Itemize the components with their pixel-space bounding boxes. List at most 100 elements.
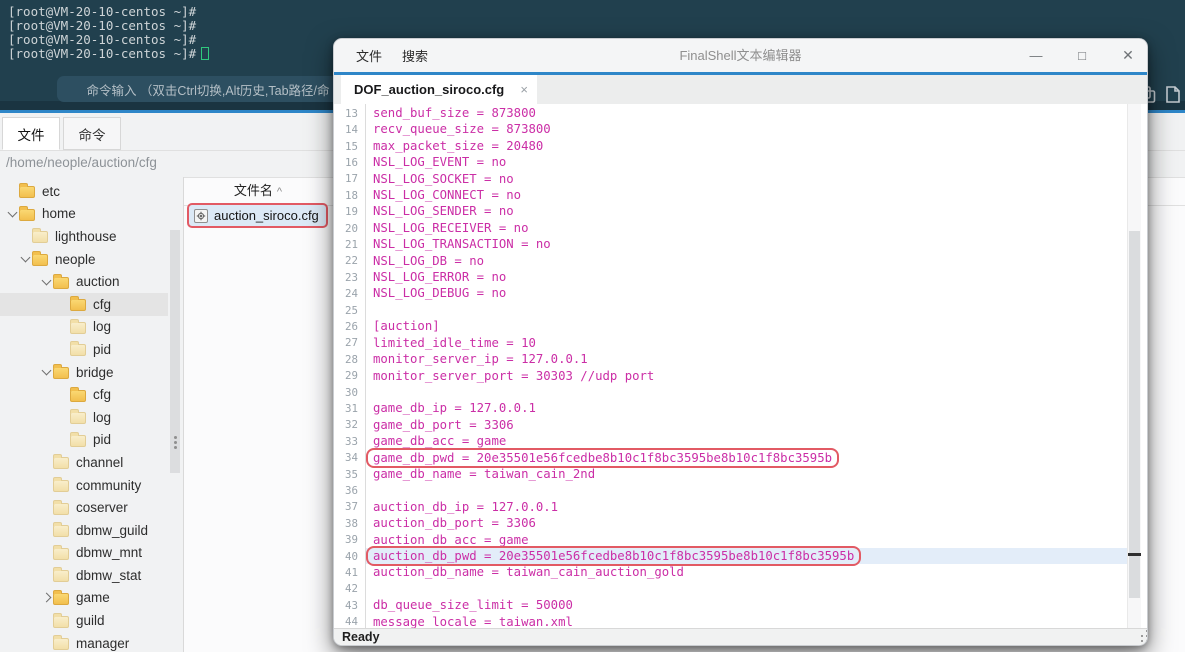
code-line-24[interactable]: 24 NSL_LOG_DEBUG = no [334, 285, 1127, 301]
code-line-22[interactable]: 22 NSL_LOG_DB = no [334, 253, 1127, 269]
tree-item-guild[interactable]: guild [0, 609, 168, 632]
code-line-42[interactable]: 42 [334, 581, 1127, 597]
tree-item-label: cfg [93, 387, 112, 403]
code-line-39[interactable]: 39 auction_db_acc = game [334, 532, 1127, 548]
code-line-36[interactable]: 36 [334, 482, 1127, 498]
folder-icon [53, 589, 69, 605]
code-line-37[interactable]: 37 auction_db_ip = 127.0.0.1 [334, 499, 1127, 515]
file-list-header[interactable]: 文件名 ^ [184, 179, 332, 203]
code-line-31[interactable]: 31 game_db_ip = 127.0.0.1 [334, 400, 1127, 416]
code-line-16[interactable]: 16 NSL_LOG_EVENT = no [334, 154, 1127, 170]
code-text: NSL_LOG_RECEIVER = no [373, 220, 529, 235]
folder-icon [32, 228, 48, 244]
code-text: monitor_server_ip = 127.0.0.1 [373, 352, 588, 367]
code-line-40[interactable]: 40 auction_db_pwd = 20e35501e56fcedbe8b10… [334, 547, 1127, 565]
editor-tabbar: DOF_auction_siroco.cfg × [334, 75, 1147, 104]
paste-icon[interactable] [1162, 84, 1183, 105]
code-editor-area[interactable]: 13 send_buf_size = 873800 14 recv_queue_siz… [334, 104, 1147, 628]
code-line-23[interactable]: 23 NSL_LOG_ERROR = no [334, 269, 1127, 285]
tree-item-log[interactable]: log [0, 316, 168, 339]
tab-commands[interactable]: 命令 [63, 117, 121, 150]
menu-search[interactable]: 搜索 [402, 46, 428, 65]
tree-item-log[interactable]: log [0, 406, 168, 429]
tree-item-channel[interactable]: channel [0, 451, 168, 474]
tree-item-lighthouse[interactable]: lighthouse [0, 225, 168, 248]
terminal-output[interactable]: [root@VM-20-10-centos ~]# [root@VM-20-10-… [8, 5, 210, 61]
code-line-38[interactable]: 38 auction_db_port = 3306 [334, 515, 1127, 531]
line-number: 40 [344, 549, 358, 563]
code-line-35[interactable]: 35 game_db_name = taiwan_cain_2nd [334, 466, 1127, 482]
menu-file[interactable]: 文件 [356, 46, 382, 65]
chevron-down-icon[interactable] [7, 208, 19, 220]
folder-icon [53, 273, 69, 289]
chevron-down-icon[interactable] [41, 366, 53, 378]
code-line-44[interactable]: 44 message_locale = taiwan.xml [334, 614, 1127, 628]
code-text: NSL_LOG_DB = no [373, 253, 485, 268]
line-number: 39 [344, 533, 358, 547]
tree-item-coserver[interactable]: coserver [0, 496, 168, 519]
resize-grip-icon[interactable] [1141, 640, 1143, 642]
editor-tab-active[interactable]: DOF_auction_siroco.cfg × [341, 75, 537, 104]
tree-item-auction[interactable]: auction [0, 270, 168, 293]
tree-item-game[interactable]: game [0, 587, 168, 610]
tree-item-pid[interactable]: pid [0, 429, 168, 452]
tree-item-community[interactable]: community [0, 474, 168, 497]
tree-item-home[interactable]: home [0, 203, 168, 226]
tree-item-dbmw_guild[interactable]: dbmw_guild [0, 519, 168, 542]
tree-item-pid[interactable]: pid [0, 338, 168, 361]
chevron-down-icon[interactable] [20, 253, 32, 265]
tab-close-icon[interactable]: × [520, 82, 528, 97]
tree-item-etc[interactable]: etc [0, 180, 168, 203]
minimize-button[interactable]: — [1025, 48, 1047, 63]
code-line-21[interactable]: 21 NSL_LOG_TRANSACTION = no [334, 236, 1127, 252]
code-line-28[interactable]: 28 monitor_server_ip = 127.0.0.1 [334, 351, 1127, 367]
code-line-13[interactable]: 13 send_buf_size = 873800 [334, 105, 1127, 121]
code-line-27[interactable]: 27 limited_idle_time = 10 [334, 335, 1127, 351]
code-line-34[interactable]: 34 game_db_pwd = 20e35501e56fcedbe8b10c1f… [334, 450, 1127, 466]
tree-item-dbmw_stat[interactable]: dbmw_stat [0, 564, 168, 587]
terminal-prompt-line: [root@VM-20-10-centos ~]# [8, 18, 197, 33]
folder-icon [53, 454, 69, 470]
chevron-placeholder [58, 321, 70, 333]
code-line-25[interactable]: 25 [334, 302, 1127, 318]
tree-item-dbmw_mnt[interactable]: dbmw_mnt [0, 542, 168, 565]
editor-scrollbar[interactable] [1127, 104, 1141, 628]
file-item-auction-siroco[interactable]: auction_siroco.cfg [187, 203, 328, 228]
command-input[interactable]: 命令输入 （双击Ctrl切换,Alt历史,Tab路径/命 [57, 76, 359, 102]
gutter-divider [365, 104, 366, 628]
code-line-32[interactable]: 32 game_db_port = 3306 [334, 417, 1127, 433]
folder-icon [53, 544, 69, 560]
code-text: NSL_LOG_DEBUG = no [373, 286, 507, 301]
code-line-14[interactable]: 14 recv_queue_size = 873800 [334, 121, 1127, 137]
scrollbar-thumb[interactable] [1129, 231, 1140, 598]
tree-item-manager[interactable]: manager [0, 632, 168, 652]
code-line-30[interactable]: 30 [334, 384, 1127, 400]
tree-item-cfg[interactable]: cfg [0, 292, 168, 316]
panel-splitter[interactable] [183, 177, 184, 652]
code-line-43[interactable]: 43 db_queue_size_limit = 50000 [334, 597, 1127, 613]
code-line-26[interactable]: 26 [auction] [334, 318, 1127, 334]
code-line-17[interactable]: 17 NSL_LOG_SOCKET = no [334, 171, 1127, 187]
tree-item-bridge[interactable]: bridge [0, 361, 168, 384]
file-name-column-label: 文件名 [233, 183, 273, 198]
tree-item-cfg[interactable]: cfg [0, 383, 168, 406]
code-line-20[interactable]: 20 NSL_LOG_RECEIVER = no [334, 220, 1127, 236]
code-line-41[interactable]: 41 auction_db_name = taiwan_cain_auction_… [334, 564, 1127, 580]
editor-titlebar[interactable]: 文件 搜索 FinalShell文本编辑器 — □ ✕ [334, 39, 1147, 72]
tab-files[interactable]: 文件 [2, 117, 60, 150]
splitter-grip-icon[interactable] [174, 436, 177, 439]
chevron-down-icon[interactable] [41, 276, 53, 288]
code-line-19[interactable]: 19 NSL_LOG_SENDER = no [334, 203, 1127, 219]
maximize-button[interactable]: □ [1071, 48, 1093, 63]
close-button[interactable]: ✕ [1117, 47, 1139, 64]
folder-icon [70, 386, 86, 402]
tree-item-label: pid [93, 341, 112, 357]
code-line-18[interactable]: 18 NSL_LOG_CONNECT = no [334, 187, 1127, 203]
code-line-15[interactable]: 15 max_packet_size = 20480 [334, 138, 1127, 154]
chevron-right-icon[interactable] [41, 592, 53, 604]
code-text: game_db_port = 3306 [373, 417, 514, 432]
code-line-33[interactable]: 33 game_db_acc = game [334, 433, 1127, 449]
chevron-placeholder [58, 298, 70, 310]
code-line-29[interactable]: 29 monitor_server_port = 30303 //udp port [334, 368, 1127, 384]
tree-item-neople[interactable]: neople [0, 248, 168, 271]
